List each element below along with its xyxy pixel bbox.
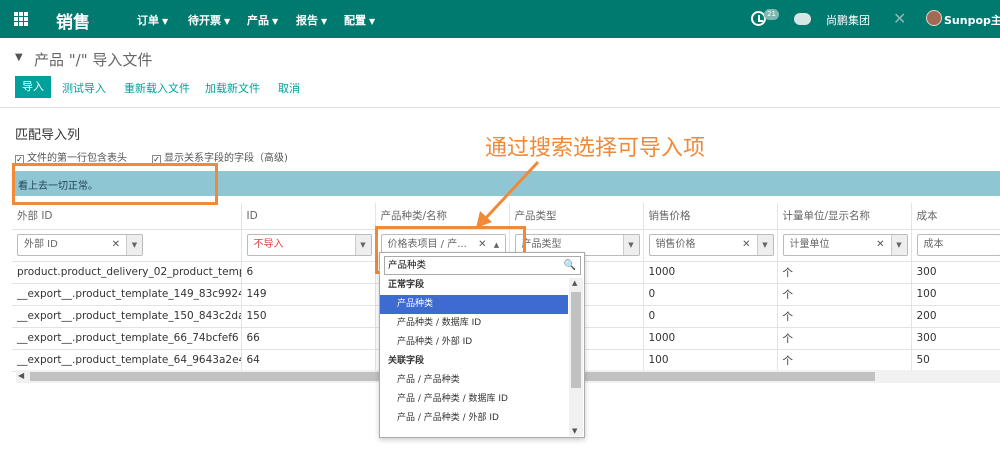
activity-count-badge: 21 [764, 9, 779, 20]
field-select-cost[interactable]: 成本 [916, 234, 999, 256]
scroll-up-icon[interactable]: ▲ [572, 279, 577, 287]
reload-file-button[interactable]: 重新载入文件 [124, 80, 190, 96]
scroll-left-icon[interactable]: ◀ [18, 371, 24, 380]
menu-configuration[interactable]: 配置 ▼ [344, 12, 375, 28]
table-cell: __export__.product_template_149_83c99240 [12, 283, 242, 306]
import-button[interactable]: 导入 [15, 76, 51, 98]
debug-close-icon[interactable]: ✕ [893, 9, 906, 28]
dropdown-option[interactable]: 产品种类 / 外部 ID [380, 333, 568, 352]
table-cell: 6 [241, 261, 376, 284]
user-menu[interactable]: Sunpop主管 [944, 12, 1000, 28]
field-select-id[interactable]: 不导入 ▼ [246, 234, 372, 256]
table-cell: 100 [911, 283, 1000, 306]
field-select-external-id[interactable]: 外部 ID ✕ ▼ [17, 234, 143, 256]
column-header: 外部 ID [12, 203, 242, 230]
annotation-highlight-box [12, 163, 218, 205]
menu-reports[interactable]: 报告 ▼ [296, 12, 327, 28]
chevron-down-icon[interactable]: ▼ [890, 235, 907, 255]
column-header: ID [241, 203, 376, 230]
user-avatar[interactable] [926, 10, 942, 26]
apps-menu-icon[interactable] [14, 12, 28, 26]
top-navbar: 销售 订单 ▼ 待开票 ▼ 产品 ▼ 报告 ▼ 配置 ▼ 21 尚鹏集团 ✕ Sunpop… [0, 0, 1000, 38]
chat-icon[interactable] [794, 13, 811, 25]
dropdown-search-input[interactable]: 产品种类 🔍 [384, 256, 581, 275]
cancel-button[interactable]: 取消 [278, 80, 300, 96]
annotation-arrow-icon [476, 160, 540, 228]
header-row-option[interactable]: ✓ 文件的第一行包含表头 [15, 149, 127, 164]
table-cell: 64 [241, 349, 376, 372]
table-cell: 66 [241, 327, 376, 350]
show-relational-option[interactable]: ✓ 显示关系字段的字段（高级) [152, 149, 288, 164]
table-cell: 0 [643, 283, 778, 306]
dropdown-option[interactable]: 产品种类 [380, 295, 568, 314]
table-cell: product.product_delivery_02_product_temp… [12, 261, 242, 284]
table-cell: 1000 [643, 327, 778, 350]
dropdown-option[interactable]: 产品 / 产品种类 / 数据库 ID [380, 390, 568, 409]
table-cell: 300 [911, 327, 1000, 350]
table-cell: 0 [643, 305, 778, 328]
column-header: 计量单位/显示名称 [777, 203, 912, 230]
menu-orders[interactable]: 订单 ▼ [137, 12, 168, 28]
field-select-uom[interactable]: 计量单位 ✕ ▼ [782, 234, 908, 256]
company-switcher[interactable]: 尚鹏集团 [826, 12, 870, 28]
table-cell: 个 [777, 327, 912, 350]
search-icon: 🔍 [563, 260, 576, 271]
field-select-sale-price[interactable]: 销售价格 ✕ ▼ [648, 234, 774, 256]
chevron-down-icon[interactable]: ▼ [354, 235, 371, 255]
chevron-down-icon[interactable]: ▼ [126, 235, 142, 255]
table-cell: 1000 [643, 261, 778, 284]
column-header: 销售价格 [643, 203, 778, 230]
table-cell: 个 [777, 261, 912, 284]
dropdown-scrollbar[interactable]: ▲ ▼ [569, 278, 583, 436]
column-header: 成本 [911, 203, 1000, 230]
dropdown-option[interactable]: 产品 / 产品种类 / 外部 ID [380, 409, 568, 428]
test-import-button[interactable]: 测试导入 [62, 80, 106, 96]
dropdown-group-label: 正常字段 [388, 280, 425, 290]
app-title: 销售 [56, 13, 90, 33]
chevron-down-icon[interactable]: ▼ [15, 52, 23, 63]
dropdown-option[interactable]: 产品 / 产品种类 [380, 371, 568, 390]
scroll-down-icon[interactable]: ▼ [572, 427, 577, 435]
table-cell: 100 [643, 349, 778, 372]
table-cell: 150 [241, 305, 376, 328]
chevron-down-icon[interactable]: ▼ [756, 235, 773, 255]
table-cell: 个 [777, 349, 912, 372]
table-cell: 300 [911, 261, 1000, 284]
table-cell: 个 [777, 283, 912, 306]
field-dropdown: 产品种类 🔍 正常字段 产品种类 产品种类 / 数据库 ID 产品种类 / 外部 … [379, 252, 585, 438]
scrollbar-thumb[interactable] [571, 292, 581, 388]
menu-to-invoice[interactable]: 待开票 ▼ [188, 12, 230, 28]
table-cell: __export__.product_template_64_9643a2e4 [12, 349, 242, 372]
table-cell: 个 [777, 305, 912, 328]
chevron-down-icon[interactable]: ▼ [622, 235, 639, 255]
load-new-file-button[interactable]: 加载新文件 [205, 80, 260, 96]
control-panel: ▼ 产品 "/" 导入文件 导入 测试导入 重新载入文件 加载新文件 取消 [0, 38, 1000, 108]
section-title: 匹配导入列 [15, 128, 81, 143]
dropdown-group-label: 关联字段 [388, 356, 425, 366]
page-title: 产品 "/" 导入文件 [34, 51, 153, 69]
dropdown-option[interactable]: 产品种类 / 数据库 ID [380, 314, 568, 333]
clear-icon[interactable]: ✕ [876, 235, 884, 255]
clear-icon[interactable]: ✕ [742, 235, 750, 255]
table-cell: __export__.product_template_150_843c2da9 [12, 305, 242, 328]
menu-products[interactable]: 产品 ▼ [247, 12, 278, 28]
table-cell: 50 [911, 349, 1000, 372]
clear-icon[interactable]: ✕ [112, 235, 120, 255]
table-cell: 200 [911, 305, 1000, 328]
table-cell: 149 [241, 283, 376, 306]
table-cell: __export__.product_template_66_74bcfef6 [12, 327, 242, 350]
